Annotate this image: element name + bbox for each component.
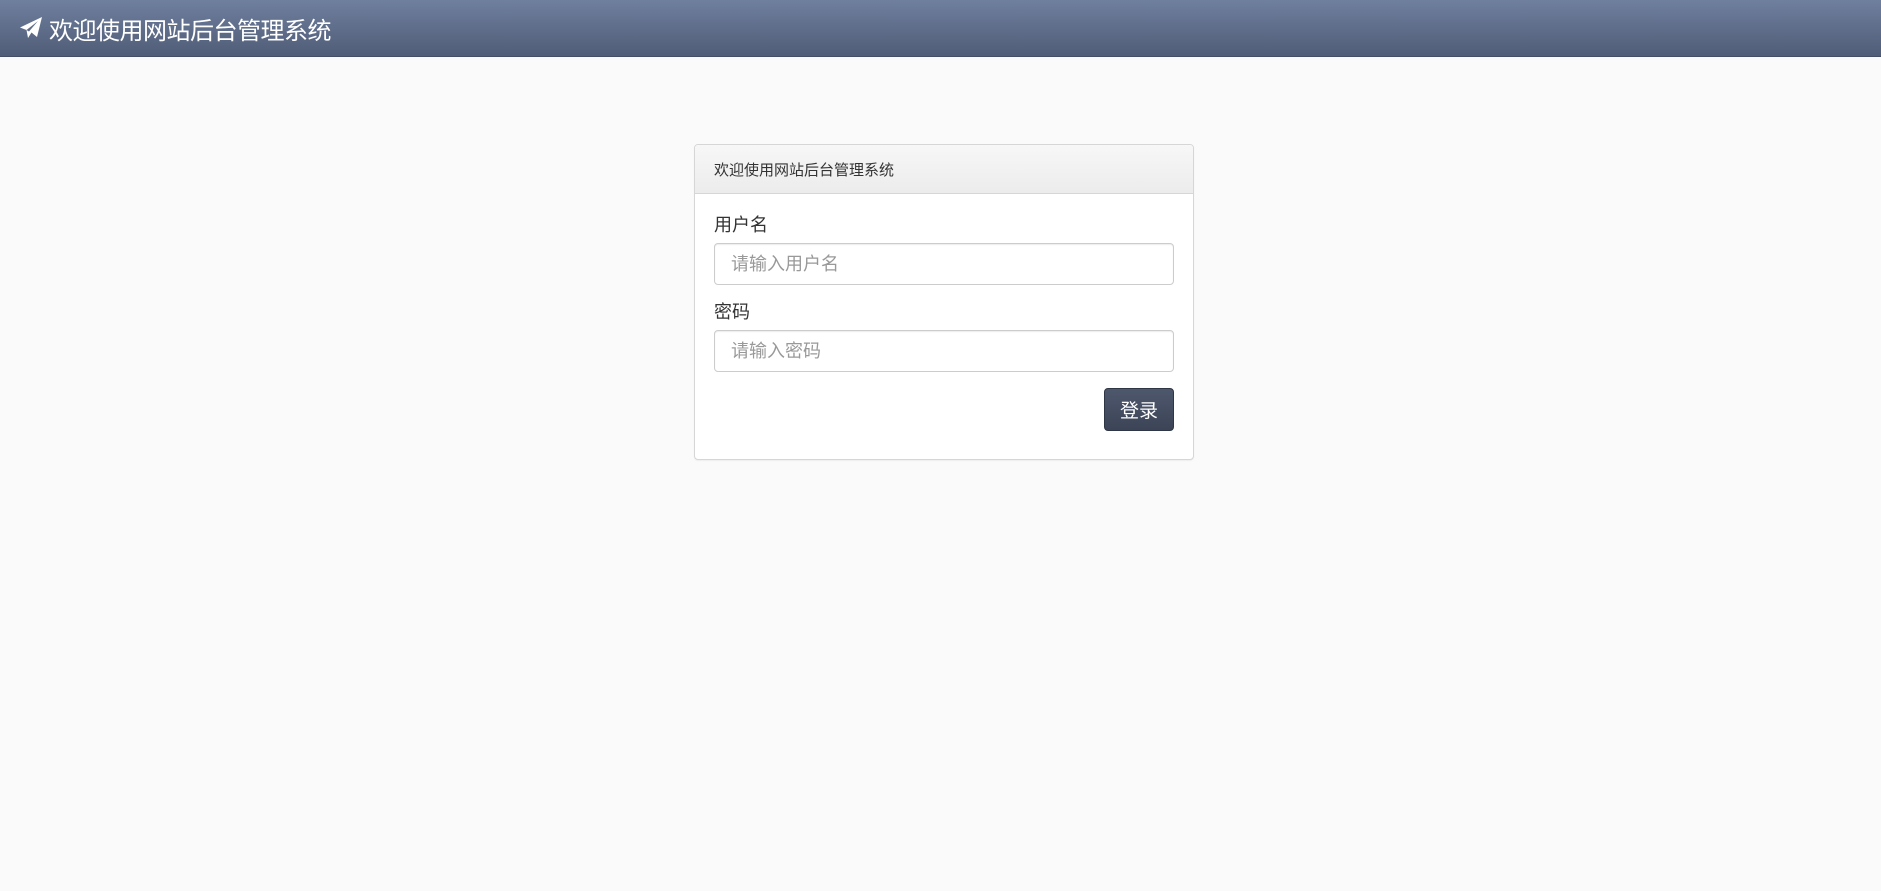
brand-link[interactable]: 欢迎使用网站后台管理系统 bbox=[19, 10, 332, 46]
password-input[interactable] bbox=[714, 330, 1174, 372]
login-form: 用户名 密码 登录 bbox=[695, 194, 1193, 431]
top-navbar: 欢迎使用网站后台管理系统 bbox=[0, 0, 1881, 57]
password-label: 密码 bbox=[714, 302, 750, 322]
login-button[interactable]: 登录 bbox=[1103, 388, 1174, 431]
paper-plane-icon bbox=[20, 17, 42, 38]
panel-title: 欢迎使用网站后台管理系统 bbox=[714, 161, 895, 179]
panel-heading: 欢迎使用网站后台管理系统 bbox=[695, 145, 1193, 194]
login-panel: 欢迎使用网站后台管理系统 用户名 密码 登录 bbox=[694, 144, 1194, 460]
username-label: 用户名 bbox=[714, 215, 768, 235]
form-actions: 登录 bbox=[714, 388, 1174, 431]
username-group: 用户名 bbox=[714, 214, 1174, 285]
brand-title: 欢迎使用网站后台管理系统 bbox=[49, 17, 332, 45]
username-input[interactable] bbox=[714, 243, 1174, 285]
password-group: 密码 bbox=[714, 301, 1174, 372]
